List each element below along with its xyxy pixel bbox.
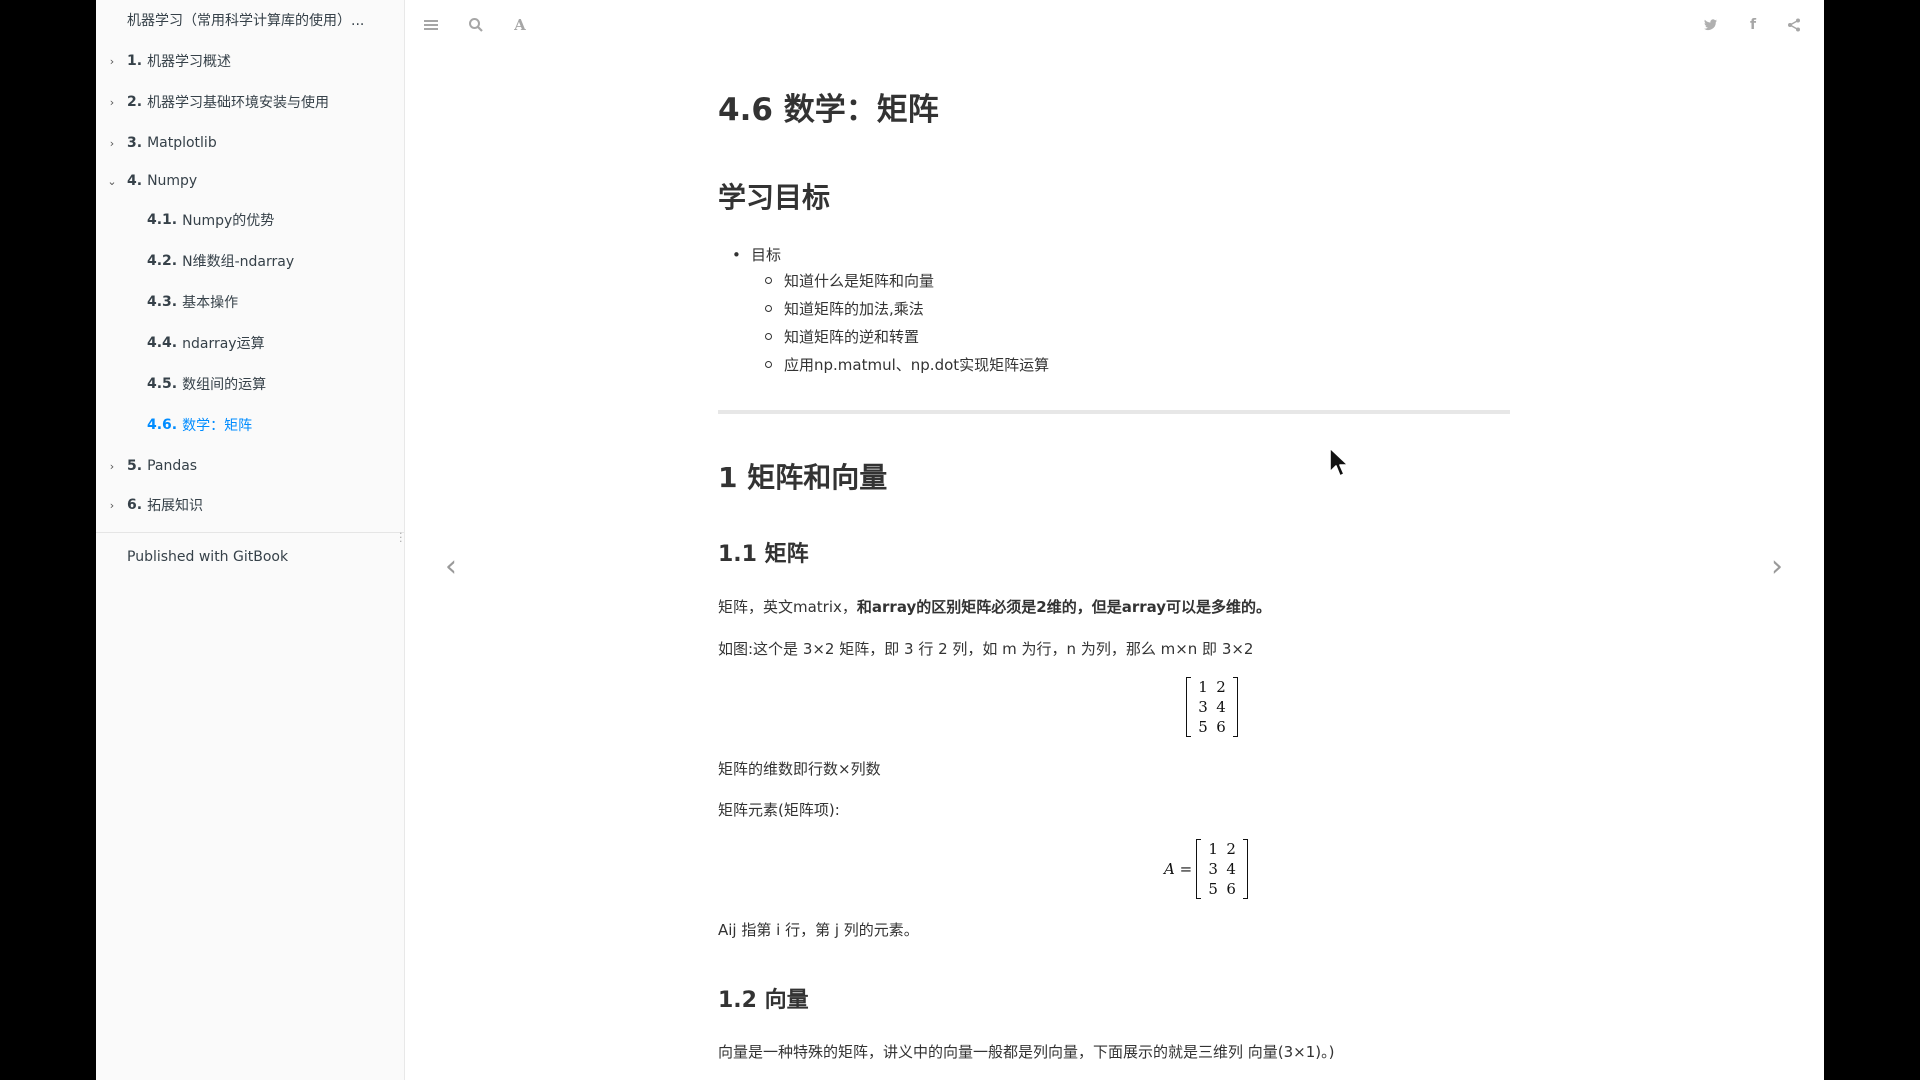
menu-icon[interactable] <box>422 16 440 34</box>
matrix-a: A = 1 2 3 4 5 6 <box>1164 839 1249 899</box>
paragraph-matrix-example: 如图:这个是 3×2 矩阵，即 3 行 2 列，如 m 为行，n 为列，那么 m… <box>718 640 1254 658</box>
toc-label: Pandas <box>147 458 198 474</box>
horizontal-rule <box>718 410 1510 414</box>
matrix-cells: 1 2 3 4 5 6 <box>1201 839 1243 899</box>
goals-label: 目标 <box>732 244 1049 267</box>
toc-number: 2. <box>127 94 143 110</box>
toc-number: 6. <box>127 497 143 513</box>
heading-matrix: 1.1 矩阵 <box>718 542 809 567</box>
chevron-right-icon[interactable]: › <box>106 137 118 150</box>
toc-number: 5. <box>127 458 143 474</box>
toc-item-4[interactable]: ⌄ 4. Numpy <box>96 167 404 195</box>
toc-item-4-6-active[interactable]: 4.6. 数学：矩阵 <box>96 411 404 439</box>
matrix-cell: 1 <box>1208 840 1218 858</box>
toc-label: ndarray运算 <box>182 336 265 352</box>
toc-number: 4.4. <box>147 335 178 351</box>
right-bracket <box>1243 839 1249 899</box>
toc-number: 4.3. <box>147 294 178 310</box>
toc-item-2[interactable]: › 2. 机器学习基础环境安装与使用 <box>96 88 404 116</box>
sidebar-divider <box>96 532 404 533</box>
page-title: 4.6 数学：矩阵 <box>718 92 939 128</box>
facebook-icon[interactable]: f <box>1744 16 1762 34</box>
matrix-cell: 2 <box>1216 678 1226 696</box>
toc-number: 4.1. <box>147 212 178 228</box>
matrix-cell: 2 <box>1226 840 1236 858</box>
toc-label: 数组间的运算 <box>182 377 267 393</box>
toc-number: 4. <box>127 173 143 189</box>
toc-label: 数学：矩阵 <box>182 418 253 434</box>
text-normal: 矩阵，英文matrix， <box>718 598 857 616</box>
matrix-label: A = <box>1164 860 1193 878</box>
heading-vector: 1.2 向量 <box>718 988 809 1013</box>
chevron-right-icon[interactable]: › <box>106 460 118 473</box>
twitter-icon[interactable] <box>1702 16 1720 34</box>
previous-page-arrow-icon[interactable]: ‹ <box>439 548 463 584</box>
paragraph-vector: 向量是一种特殊的矩阵，讲义中的向量一般都是列向量，下面展示的就是三维列 向量(3… <box>718 1043 1335 1061</box>
matrix-cell: 3 <box>1198 698 1208 716</box>
toc-item-4-4[interactable]: 4.4. ndarray运算 <box>96 329 404 357</box>
toc-item-4-5[interactable]: 4.5. 数组间的运算 <box>96 370 404 398</box>
toc-label: Matplotlib <box>147 135 217 151</box>
matrix-3x2: 1 2 3 4 5 6 <box>1186 677 1238 737</box>
toc-label: 机器学习概述 <box>147 54 232 70</box>
goal-item: 知道什么是矩阵和向量 <box>732 267 1049 295</box>
paragraph-dimensions: 矩阵的维数即行数×列数 <box>718 760 881 778</box>
chevron-right-icon[interactable]: › <box>106 96 118 109</box>
matrix-cell: 4 <box>1226 860 1236 878</box>
toc-label: 拓展知识 <box>147 498 204 514</box>
toc-number: 3. <box>127 135 143 151</box>
toc-number: 4.6. <box>147 417 178 433</box>
toc-label: Numpy <box>147 173 198 189</box>
goal-item: 应用np.matmul、np.dot实现矩阵运算 <box>732 351 1049 379</box>
paragraph-elements: 矩阵元素(矩阵项): <box>718 801 840 819</box>
mouse-cursor-icon <box>1328 446 1350 482</box>
matrix-cell: 5 <box>1208 880 1218 898</box>
matrix-cell: 3 <box>1208 860 1218 878</box>
share-icon[interactable] <box>1785 16 1803 34</box>
heading-learning-goals: 学习目标 <box>718 181 831 214</box>
matrix-cell: 6 <box>1226 880 1236 898</box>
toc-item-1[interactable]: › 1. 机器学习概述 <box>96 47 404 75</box>
goal-item: 知道矩阵的逆和转置 <box>732 323 1049 351</box>
heading-matrix-and-vector: 1 矩阵和向量 <box>718 461 888 494</box>
matrix-cell: 4 <box>1216 698 1226 716</box>
goals-list: 目标 知道什么是矩阵和向量 知道矩阵的加法,乘法 知道矩阵的逆和转置 应用np.… <box>732 244 1049 379</box>
chevron-right-icon[interactable]: › <box>106 55 118 68</box>
goal-item: 知道矩阵的加法,乘法 <box>732 295 1049 323</box>
toc-item-6[interactable]: › 6. 拓展知识 <box>96 491 404 519</box>
sidebar-resize-handle[interactable]: · · · <box>399 528 403 547</box>
toc-item-3[interactable]: › 3. Matplotlib <box>96 129 404 157</box>
matrix-cell: 5 <box>1198 718 1208 736</box>
toc-item-4-2[interactable]: 4.2. N维数组-ndarray <box>96 247 404 275</box>
toc-item-5[interactable]: › 5. Pandas <box>96 452 404 480</box>
matrix-cell: 6 <box>1216 718 1226 736</box>
toc-number: 4.5. <box>147 376 178 392</box>
sidebar: 机器学习（常用科学计算库的使用）... › 1. 机器学习概述 › 2. 机器学… <box>96 0 405 1080</box>
text-bold: 和array的区别矩阵必须是2维的，但是array可以是多维的。 <box>856 598 1272 616</box>
published-with-gitbook-link[interactable]: Published with GitBook <box>127 549 288 565</box>
right-bracket <box>1233 677 1238 737</box>
book-title[interactable]: 机器学习（常用科学计算库的使用）... <box>127 10 387 30</box>
toc-label: N维数组-ndarray <box>182 254 295 270</box>
next-page-arrow-icon[interactable]: › <box>1765 548 1789 584</box>
paragraph-matrix-intro: 矩阵，英文matrix，和array的区别矩阵必须是2维的，但是array可以是… <box>718 596 1271 617</box>
toc-number: 4.2. <box>147 253 178 269</box>
toc-label: 机器学习基础环境安装与使用 <box>147 95 330 111</box>
toc-label: Numpy的优势 <box>182 213 275 229</box>
toc-item-4-3[interactable]: 4.3. 基本操作 <box>96 288 404 316</box>
font-settings-icon[interactable]: A <box>511 16 529 34</box>
chevron-down-icon[interactable]: ⌄ <box>106 175 118 188</box>
gitbook-window: 机器学习（常用科学计算库的使用）... › 1. 机器学习概述 › 2. 机器学… <box>96 0 1824 1080</box>
matrix-cells: 1 2 3 4 5 6 <box>1191 677 1233 737</box>
search-icon[interactable] <box>467 16 485 34</box>
toc-label: 基本操作 <box>182 295 239 311</box>
toc-item-4-1[interactable]: 4.1. Numpy的优势 <box>96 206 404 234</box>
paragraph-aij: Aij 指第 i 行，第 j 列的元素。 <box>718 921 919 939</box>
matrix-cell: 1 <box>1198 678 1208 696</box>
chevron-right-icon[interactable]: › <box>106 499 118 512</box>
toc-number: 1. <box>127 53 143 69</box>
